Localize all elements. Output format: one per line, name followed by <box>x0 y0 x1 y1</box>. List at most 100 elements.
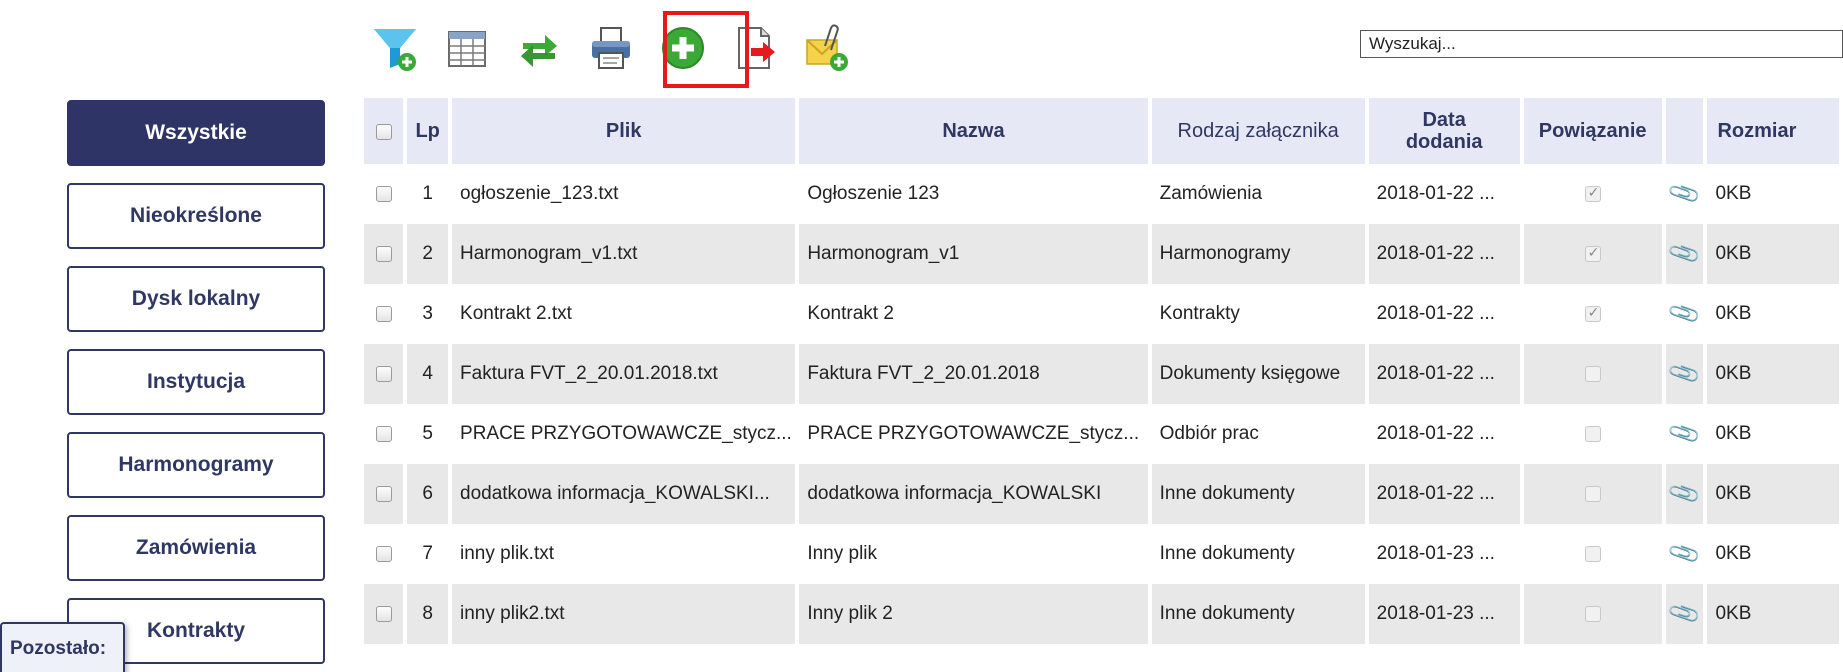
toolbar <box>370 18 874 78</box>
row-link-checkbox <box>1523 344 1662 404</box>
paperclip-icon[interactable]: 📎 <box>1666 416 1703 452</box>
sidebar-item-instytucja[interactable]: Instytucja <box>67 349 325 415</box>
search-input[interactable] <box>1360 30 1843 58</box>
row-lp: 6 <box>407 464 449 524</box>
row-lp: 8 <box>407 584 449 644</box>
table-row[interactable]: 5 PRACE PRZYGOTOWAWCZE_stycz... PRACE PRZY… <box>364 404 1839 464</box>
row-checkbox[interactable] <box>364 524 404 584</box>
row-date: 2018-01-22 ... <box>1368 164 1520 224</box>
sidebar-item-dysk-lokalny[interactable]: Dysk lokalny <box>67 266 325 332</box>
paperclip-icon[interactable]: 📎 <box>1666 356 1703 392</box>
row-name: Inny plik 2 <box>799 584 1148 644</box>
column-header-attachment <box>1665 98 1704 164</box>
table-row[interactable]: 3 Kontrakt 2.txt Kontrakt 2 Kontrakty 2018-0… <box>364 284 1839 344</box>
table-view-icon[interactable] <box>442 23 492 73</box>
sidebar-item-zamowienia[interactable]: Zamówienia <box>67 515 325 581</box>
row-link-checkbox <box>1523 224 1662 284</box>
row-size: 0KB <box>1707 164 1839 224</box>
row-checkbox[interactable] <box>364 284 404 344</box>
column-header-powiazanie[interactable]: Powiązanie <box>1523 98 1662 164</box>
sidebar-item-harmonogramy[interactable]: Harmonogramy <box>67 432 325 498</box>
attachments-table: Lp Plik Nazwa Rodzaj załącznika Data doda… <box>360 98 1843 644</box>
row-date: 2018-01-22 ... <box>1368 404 1520 464</box>
paperclip-icon[interactable]: 📎 <box>1666 236 1703 272</box>
row-size: 0KB <box>1707 284 1839 344</box>
paperclip-icon[interactable]: 📎 <box>1666 476 1703 512</box>
row-checkbox[interactable] <box>364 224 404 284</box>
row-checkbox[interactable] <box>364 584 404 644</box>
row-link-checkbox <box>1523 284 1662 344</box>
row-file: ogłoszenie_123.txt <box>452 164 796 224</box>
row-type: Inne dokumenty <box>1151 584 1365 644</box>
row-attachment[interactable]: 📎 <box>1665 404 1704 464</box>
row-attachment[interactable]: 📎 <box>1665 224 1704 284</box>
row-lp: 4 <box>407 344 449 404</box>
row-link-checkbox <box>1523 524 1662 584</box>
table-row[interactable]: 8 inny plik2.txt Inny plik 2 Inne dokumenty… <box>364 584 1839 644</box>
row-attachment[interactable]: 📎 <box>1665 524 1704 584</box>
row-date: 2018-01-23 ... <box>1368 524 1520 584</box>
remaining-label: Pozostało: <box>0 622 125 672</box>
select-all-checkbox[interactable] <box>364 98 404 164</box>
category-sidebar: Wszystkie Nieokreślone Dysk lokalny Inst… <box>67 100 325 672</box>
column-header-data-line1: Data <box>1422 109 1466 131</box>
row-file: Kontrakt 2.txt <box>452 284 796 344</box>
paperclip-icon[interactable]: 📎 <box>1666 536 1703 572</box>
column-header-lp[interactable]: Lp <box>407 98 449 164</box>
row-file: dodatkowa informacja_KOWALSKI... <box>452 464 796 524</box>
column-header-data[interactable]: Data dodania <box>1368 98 1520 164</box>
table-header-row: Lp Plik Nazwa Rodzaj załącznika Data doda… <box>364 98 1839 164</box>
print-icon[interactable] <box>586 23 636 73</box>
row-checkbox[interactable] <box>364 404 404 464</box>
table-row[interactable]: 4 Faktura FVT_2_20.01.2018.txt Faktura FVT… <box>364 344 1839 404</box>
column-header-nazwa[interactable]: Nazwa <box>799 98 1148 164</box>
filter-add-icon[interactable] <box>370 23 420 73</box>
table-row[interactable]: 1 ogłoszenie_123.txt Ogłoszenie 123 Zamówie… <box>364 164 1839 224</box>
paperclip-icon[interactable]: 📎 <box>1666 296 1703 332</box>
paperclip-icon[interactable]: 📎 <box>1666 176 1703 212</box>
row-file: PRACE PRZYGOTOWAWCZE_stycz... <box>452 404 796 464</box>
row-type: Inne dokumenty <box>1151 464 1365 524</box>
row-checkbox[interactable] <box>364 464 404 524</box>
row-name: Kontrakt 2 <box>799 284 1148 344</box>
row-type: Odbiór prac <box>1151 404 1365 464</box>
add-icon-highlight <box>663 11 749 88</box>
row-date: 2018-01-22 ... <box>1368 464 1520 524</box>
row-file: Harmonogram_v1.txt <box>452 224 796 284</box>
paperclip-icon[interactable]: 📎 <box>1666 596 1703 632</box>
column-header-plik[interactable]: Plik <box>452 98 796 164</box>
row-name: Faktura FVT_2_20.01.2018 <box>799 344 1148 404</box>
refresh-icon[interactable] <box>514 23 564 73</box>
row-attachment[interactable]: 📎 <box>1665 164 1704 224</box>
row-type: Zamówienia <box>1151 164 1365 224</box>
row-size: 0KB <box>1707 584 1839 644</box>
row-date: 2018-01-22 ... <box>1368 344 1520 404</box>
add-attachment-icon[interactable] <box>802 23 852 73</box>
row-file: inny plik2.txt <box>452 584 796 644</box>
table-row[interactable]: 7 inny plik.txt Inny plik Inne dokumenty 201… <box>364 524 1839 584</box>
sidebar-item-wszystkie[interactable]: Wszystkie <box>67 100 325 166</box>
row-link-checkbox <box>1523 464 1662 524</box>
row-attachment[interactable]: 📎 <box>1665 344 1704 404</box>
row-link-checkbox <box>1523 404 1662 464</box>
row-name: dodatkowa informacja_KOWALSKI <box>799 464 1148 524</box>
row-name: Harmonogram_v1 <box>799 224 1148 284</box>
sidebar-item-nieokreslone[interactable]: Nieokreślone <box>67 183 325 249</box>
row-attachment[interactable]: 📎 <box>1665 584 1704 644</box>
column-header-rozmiar[interactable]: Rozmiar <box>1707 98 1839 164</box>
row-type: Dokumenty księgowe <box>1151 344 1365 404</box>
row-attachment[interactable]: 📎 <box>1665 284 1704 344</box>
column-header-rodzaj[interactable]: Rodzaj załącznika <box>1151 98 1365 164</box>
row-link-checkbox <box>1523 164 1662 224</box>
row-type: Harmonogramy <box>1151 224 1365 284</box>
row-checkbox[interactable] <box>364 344 404 404</box>
row-type: Inne dokumenty <box>1151 524 1365 584</box>
row-lp: 5 <box>407 404 449 464</box>
row-lp: 2 <box>407 224 449 284</box>
table-row[interactable]: 2 Harmonogram_v1.txt Harmonogram_v1 Harmono… <box>364 224 1839 284</box>
row-checkbox[interactable] <box>364 164 404 224</box>
row-attachment[interactable]: 📎 <box>1665 464 1704 524</box>
row-file: inny plik.txt <box>452 524 796 584</box>
row-date: 2018-01-23 ... <box>1368 584 1520 644</box>
table-row[interactable]: 6 dodatkowa informacja_KOWALSKI... dodatko… <box>364 464 1839 524</box>
